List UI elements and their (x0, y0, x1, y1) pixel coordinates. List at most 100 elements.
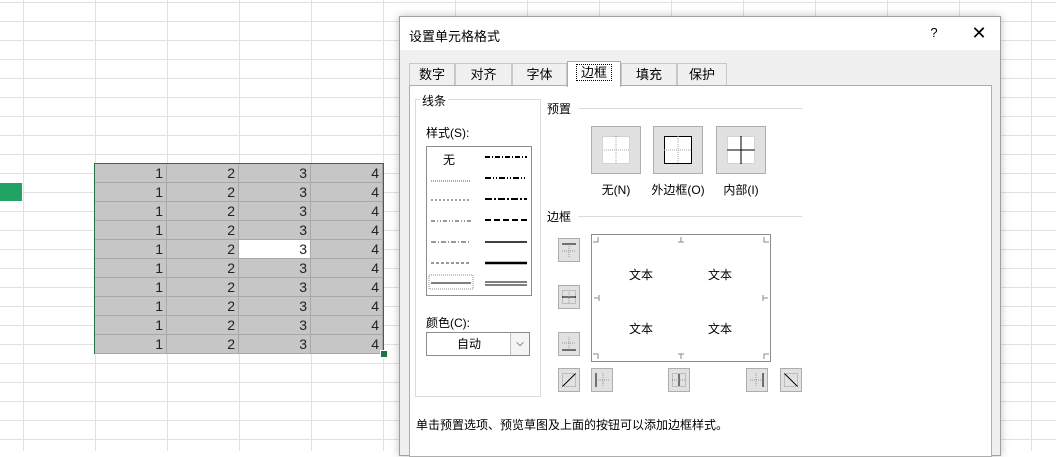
table-cell[interactable]: 4 (311, 335, 383, 354)
hint-text: 单击预置选项、预览草图及上面的按钮可以添加边框样式。 (416, 418, 729, 432)
border-left-button[interactable] (591, 368, 613, 392)
preview-text-top-right: 文本 (708, 268, 733, 282)
tab-font[interactable]: 字体 (512, 63, 567, 85)
preset-group-label: 预置 (547, 102, 572, 116)
table-cell[interactable]: 4 (311, 202, 383, 221)
table-cell[interactable]: 4 (311, 221, 383, 240)
border-bottom-button[interactable] (558, 332, 580, 356)
border-diagonal-down-button[interactable] (780, 368, 802, 392)
preset-inside-label: 内部(I) (723, 183, 759, 197)
border-inside-vertical-icon (672, 373, 686, 387)
table-cell[interactable]: 4 (311, 316, 383, 335)
close-button[interactable]: ✕ (963, 21, 995, 45)
table-cell[interactable]: 3 (239, 202, 311, 221)
tab-number[interactable]: 数字 (409, 63, 455, 85)
tab-fill[interactable]: 填充 (621, 63, 677, 85)
dialog-title: 设置单元格格式 (409, 29, 501, 44)
table-cell[interactable]: 4 (311, 240, 383, 259)
border-middle-h-button[interactable] (558, 285, 580, 309)
table-cell[interactable]: 1 (95, 278, 167, 297)
border-right-button[interactable] (746, 368, 768, 392)
border-group-label: 边框 (547, 210, 572, 224)
table-cell[interactable]: 4 (311, 183, 383, 202)
table-cell[interactable]: 1 (95, 297, 167, 316)
table-cell[interactable]: 4 (311, 297, 383, 316)
table-cell[interactable]: 2 (167, 202, 239, 221)
table-cell[interactable]: 2 (167, 240, 239, 259)
table-row: 1234 (95, 259, 383, 278)
table-cell[interactable]: 4 (311, 164, 383, 183)
help-button[interactable]: ? (921, 21, 947, 45)
border-top-icon (562, 243, 576, 257)
table-cell[interactable]: 3 (239, 164, 311, 183)
tab-alignment[interactable]: 对齐 (455, 63, 512, 85)
border-outline-icon (664, 136, 692, 164)
table-cell[interactable]: 3 (239, 221, 311, 240)
table-cell[interactable]: 2 (167, 183, 239, 202)
border-bottom-icon (562, 337, 576, 351)
table-cell[interactable]: 3 (239, 278, 311, 297)
table-cell[interactable]: 2 (167, 335, 239, 354)
table-cell[interactable]: 2 (167, 221, 239, 240)
table-cell[interactable]: 4 (311, 259, 383, 278)
line-style-list[interactable]: 无 (426, 146, 532, 296)
table-row: 1234 (95, 183, 383, 202)
tab-border[interactable]: 边框 (567, 61, 621, 87)
table-cell[interactable]: 1 (95, 202, 167, 221)
table-row: 1234 (95, 221, 383, 240)
table-cell[interactable]: 1 (95, 335, 167, 354)
color-value: 自动 (456, 337, 481, 351)
table-cell[interactable]: 2 (167, 297, 239, 316)
preset-divider (578, 108, 802, 109)
dialog-titlebar[interactable]: 设置单元格格式 ? ✕ (400, 17, 1000, 50)
table-cell[interactable]: 2 (167, 278, 239, 297)
table-row: 1234 (95, 297, 383, 316)
table-cell[interactable]: 4 (311, 278, 383, 297)
border-middle-v-button[interactable] (668, 368, 690, 392)
preset-inside-button[interactable] (716, 126, 766, 174)
preset-none-button[interactable] (591, 126, 641, 174)
table-cell[interactable]: 3 (239, 335, 311, 354)
table-row: 1234 (95, 240, 383, 259)
line-group: 线条 样式(S): 无 颜色(C): 自动 ⌵ (415, 92, 541, 397)
table-row: 1234 (95, 335, 383, 354)
table-cell[interactable]: 1 (95, 259, 167, 278)
fill-handle[interactable] (380, 350, 388, 358)
border-divider (578, 216, 802, 217)
preview-text-bottom-left: 文本 (629, 322, 654, 336)
border-diagonal-up-button[interactable] (558, 368, 580, 392)
table-row: 1234 (95, 316, 383, 335)
tab-protection[interactable]: 保护 (677, 63, 727, 85)
selected-range[interactable]: 1234123412341234123412341234123412341234 (94, 163, 384, 354)
line-group-label: 线条 (420, 92, 449, 109)
preview-text-bottom-right: 文本 (708, 322, 733, 336)
chevron-down-icon[interactable]: ⌵ (510, 333, 529, 355)
color-label: 颜色(C): (426, 316, 470, 330)
table-cell[interactable]: 3 (239, 297, 311, 316)
table-cell[interactable]: 2 (167, 164, 239, 183)
table-cell[interactable]: 2 (167, 259, 239, 278)
table-cell[interactable]: 1 (95, 183, 167, 202)
active-cell[interactable]: 3 (239, 240, 311, 259)
format-cells-dialog: 设置单元格格式 ? ✕ 数字 对齐 字体 边框 填充 保护 线条 样式(S): … (399, 16, 1001, 457)
table-cell[interactable]: 1 (95, 240, 167, 259)
border-preview[interactable]: 文本 文本 文本 文本 (591, 234, 771, 362)
border-inside-icon (727, 136, 755, 164)
table-row: 1234 (95, 202, 383, 221)
table-cell[interactable]: 1 (95, 221, 167, 240)
preset-outline-button[interactable] (653, 126, 703, 174)
table-cell[interactable]: 3 (239, 183, 311, 202)
border-top-button[interactable] (558, 238, 580, 262)
table-cell[interactable]: 3 (239, 259, 311, 278)
table-cell[interactable]: 3 (239, 316, 311, 335)
color-dropdown[interactable]: 自动 ⌵ (426, 332, 530, 356)
table-cell[interactable]: 2 (167, 316, 239, 335)
border-diagonal-down-icon (784, 373, 798, 387)
border-diagonal-up-icon (562, 373, 576, 387)
table-cell[interactable]: 1 (95, 316, 167, 335)
line-style-samples[interactable] (427, 147, 531, 295)
table-cell[interactable]: 1 (95, 164, 167, 183)
row-header-marker (0, 183, 22, 201)
style-label: 样式(S): (426, 126, 470, 140)
border-tab-panel: 线条 样式(S): 无 颜色(C): 自动 ⌵ 预置 无(N) 外边框(O) 内… (409, 85, 992, 457)
